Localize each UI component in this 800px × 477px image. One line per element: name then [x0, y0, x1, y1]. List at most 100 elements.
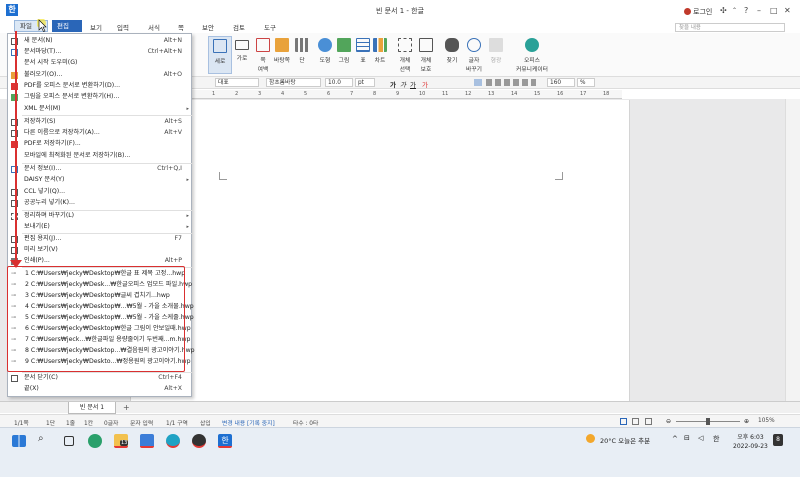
menu-security[interactable]: 보안 — [202, 22, 214, 32]
align-justify-button[interactable] — [474, 79, 482, 86]
menu-item-new[interactable]: 새 문서(N) Alt+N — [8, 36, 192, 47]
menu-item-save-as[interactable]: 다른 이름으로 저장하기(A)... Alt+V — [8, 128, 192, 139]
columns-button[interactable]: 단 — [290, 36, 314, 74]
highlight-button[interactable]: 형광 — [484, 36, 508, 74]
close-button[interactable]: ✕ — [784, 6, 791, 15]
italic-button[interactable]: 가 — [400, 79, 406, 89]
view-web-icon[interactable] — [632, 418, 639, 425]
ruler-number: 15 — [534, 91, 541, 97]
hangul-app-icon[interactable]: 한 — [218, 434, 232, 448]
menu-item-pdf-convert[interactable]: PDF를 오피스 문서로 변환하기(D)... — [8, 81, 192, 92]
submenu-arrow-icon: ▸ — [186, 224, 189, 230]
zoom-slider-thumb[interactable] — [706, 418, 710, 425]
find-button[interactable]: 찾기 — [440, 36, 464, 74]
weather-text[interactable]: 20°C 오늘은 추분 — [600, 435, 650, 445]
menu-item-print[interactable]: 인쇄(P)... Alt+P — [8, 256, 192, 267]
office-communicator-button[interactable]: 오피스 커뮤니케이터 — [512, 36, 552, 74]
user-icon — [684, 8, 691, 15]
zoom-out-icon[interactable]: ⊖ — [666, 418, 671, 425]
menu-item-doc-info[interactable]: 문서 정보(I)... Ctrl+Q,I — [8, 164, 192, 175]
browser-icon[interactable] — [166, 434, 180, 448]
replace-button[interactable]: 글자 바꾸기 — [462, 36, 486, 74]
menu-item-ccl[interactable]: CCL 넣기(Q)... — [8, 187, 192, 198]
font-size-input[interactable]: 10.0 — [325, 78, 353, 87]
underline-button[interactable]: 가 — [410, 79, 416, 89]
menu-item-exit[interactable]: 끝(X) Alt+X — [8, 384, 192, 395]
add-tab-button[interactable]: + — [123, 403, 130, 412]
help-icon[interactable]: ? — [744, 6, 748, 15]
task-view-icon[interactable] — [64, 436, 74, 446]
notification-icon[interactable]: 8 — [773, 434, 783, 446]
menu-format[interactable]: 서식 — [148, 22, 160, 32]
menu-item-xml[interactable]: XML 문서(M) ▸ — [8, 104, 192, 115]
view-outline-icon[interactable] — [645, 418, 652, 425]
ime-indicator[interactable]: 한 — [713, 434, 719, 444]
document-page[interactable] — [130, 100, 630, 402]
camera-icon[interactable] — [192, 434, 206, 448]
ruler-number: 18 — [603, 91, 610, 97]
menu-item-open[interactable]: 불러오기(O)... Alt+O — [8, 70, 192, 81]
chart-button[interactable]: 차트 — [368, 36, 392, 74]
select-icon — [398, 38, 412, 52]
status-track-changes[interactable]: 변경 내용 [기록 중지] — [222, 418, 275, 427]
menu-item-close-doc[interactable]: 문서 닫기(C) Ctrl+F4 — [8, 373, 192, 384]
search-input[interactable]: 찾을 내용 — [675, 23, 785, 32]
landscape-icon — [235, 40, 249, 50]
volume-icon[interactable]: ◁ — [698, 434, 703, 442]
vertical-scrollbar[interactable] — [785, 99, 800, 401]
zoom-in-icon[interactable]: ⊕ — [744, 418, 749, 425]
zoom-unit-select[interactable]: % — [577, 78, 595, 87]
font-select[interactable]: 함초롬바탕 — [266, 78, 321, 87]
menu-view[interactable]: 보기 — [90, 22, 102, 32]
status-column: 1단 — [46, 421, 56, 427]
taskbar: ⌕ 13 한 20°C 오늘은 추분 ^ ⊟ ◁ 한 오후 6:03 2022-0… — [0, 427, 800, 477]
zoom-input[interactable]: 160 — [547, 78, 575, 87]
shape-icon — [318, 38, 332, 52]
unit-select[interactable]: pt — [355, 78, 375, 87]
menu-item-save-mobile[interactable]: 모바일에 최적화된 문서로 저장하기(B)... — [8, 151, 192, 162]
menu-item-page-setup[interactable]: 편집 용지(J)... F7 — [8, 234, 192, 245]
menu-item-daisy[interactable]: DAISY 문서(Y) ▸ — [8, 175, 192, 186]
pin-icon[interactable]: ✣ — [720, 6, 727, 15]
file-explorer-icon[interactable]: 13 — [114, 434, 129, 448]
menu-item-send[interactable]: 보내기(E) ▸ — [8, 222, 192, 233]
clock[interactable]: 오후 6:03 2022-09-23 — [733, 433, 768, 451]
menu-edit[interactable]: 편집 — [52, 20, 82, 32]
view-normal-icon[interactable] — [620, 418, 627, 425]
network-icon[interactable]: ⊟ — [684, 434, 690, 442]
ruler-number: 4 — [281, 91, 285, 97]
edge-icon[interactable] — [88, 434, 102, 448]
hancom-docs-icon[interactable] — [140, 434, 154, 448]
ruler-number: 13 — [488, 91, 495, 97]
menu-item-save[interactable]: 저장하기(S) Alt+S — [8, 117, 192, 128]
menu-item-template[interactable]: 문서마당(T)... Ctrl+Alt+N — [8, 47, 192, 58]
menu-item-preview[interactable]: 미리 보기(V) — [8, 245, 192, 256]
login-button[interactable]: 로그인 — [684, 7, 712, 17]
ruler[interactable]: 1 2 3 4 5 6 7 8 9 10 11 12 13 14 15 16 1… — [192, 90, 622, 99]
font-color-button[interactable]: 가 — [422, 79, 428, 89]
menu-item-organize[interactable]: 정리하며 바꾸기(L) ▸ — [8, 211, 192, 222]
zoom-level[interactable]: 105% — [758, 418, 775, 424]
portrait-button[interactable]: 세로 — [208, 36, 232, 74]
minimize-button[interactable]: – — [757, 6, 761, 15]
object-protect-button[interactable]: 개체 보호 — [414, 36, 438, 74]
menu-page[interactable]: 쪽 — [178, 22, 184, 32]
align-buttons[interactable] — [486, 79, 536, 86]
menu-item-start-helper[interactable]: 문서 시작 도우미(G) — [8, 58, 192, 69]
style-select[interactable]: 대표 — [215, 78, 259, 87]
menu-insert[interactable]: 입력 — [117, 22, 129, 32]
status-insert[interactable]: 삽입 — [200, 418, 211, 427]
menu-item-save-pdf[interactable]: PDF로 저장하기(F)... — [8, 139, 192, 150]
bold-button[interactable]: 가 — [390, 79, 396, 89]
menu-item-image-convert[interactable]: 그림을 오피스 문서로 변환하기(H)... — [8, 92, 192, 103]
margin-icon — [256, 38, 270, 52]
search-icon[interactable]: ⌕ — [38, 433, 44, 444]
tab-document[interactable]: 빈 문서 1 — [68, 402, 116, 414]
maximize-button[interactable]: □ — [770, 6, 778, 15]
windows-start-icon[interactable] — [12, 435, 26, 447]
menu-review[interactable]: 검토 — [233, 22, 245, 32]
ribbon-toggle-icon[interactable]: ⌃ — [732, 7, 737, 14]
tray-chevron-icon[interactable]: ^ — [672, 435, 678, 443]
menu-item-kogl[interactable]: 공공누리 넣기(K)... — [8, 198, 192, 209]
menu-tools[interactable]: 도구 — [264, 22, 276, 32]
